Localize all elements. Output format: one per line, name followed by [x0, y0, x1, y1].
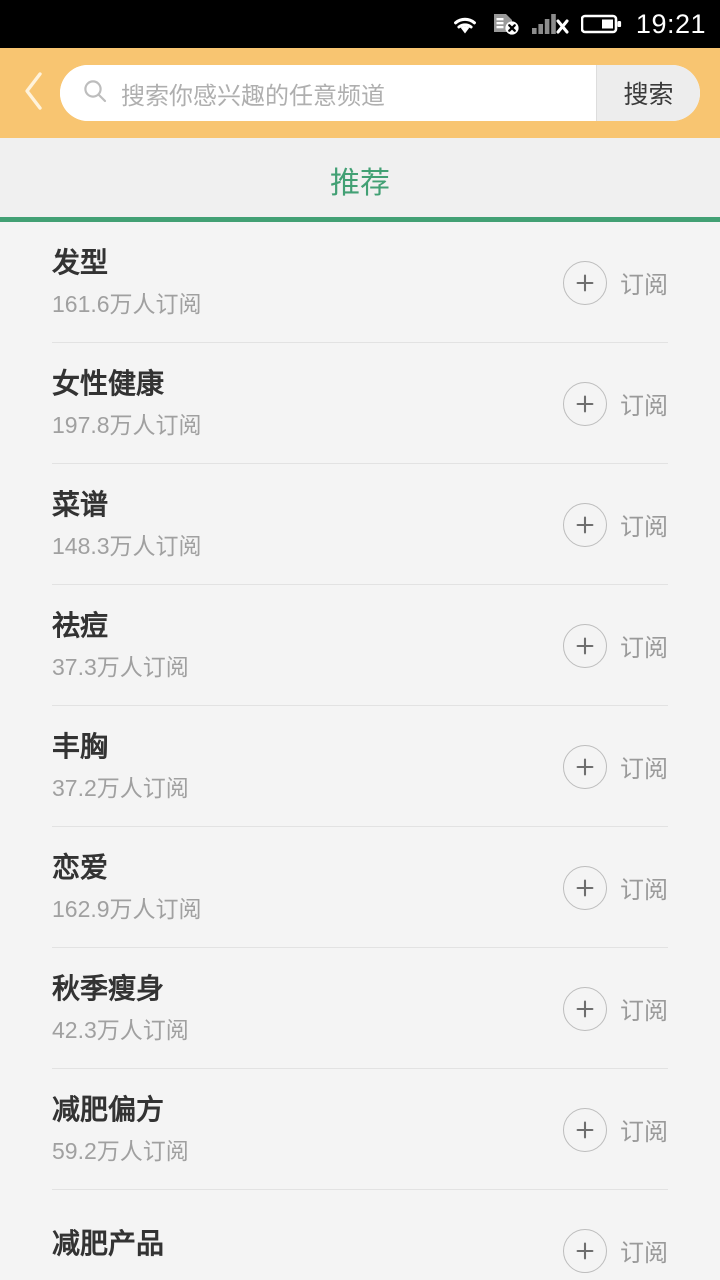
channel-title: 菜谱 — [52, 489, 109, 521]
subscribe-label: 订阅 — [620, 393, 668, 420]
channel-subscriber-count: 37.2万人订阅 — [52, 775, 189, 802]
channel-subscriber-count: 162.9万人订阅 — [52, 896, 202, 923]
plus-icon — [563, 1228, 607, 1273]
plus-icon — [563, 502, 607, 547]
search-input[interactable]: 搜索你感兴趣的任意频道 — [60, 65, 596, 121]
plus-icon — [563, 865, 607, 910]
sim-card-disabled-icon — [491, 11, 521, 37]
channel-info: 菜谱 148.3万人订阅 — [52, 489, 563, 560]
status-bar: 19:21 — [0, 0, 720, 48]
subscribe-button[interactable]: 订阅 — [563, 381, 668, 426]
back-button[interactable] — [8, 63, 60, 123]
channel-info: 恋爱 162.9万人订阅 — [52, 852, 563, 923]
plus-icon — [563, 986, 607, 1031]
channel-info: 祛痘 37.3万人订阅 — [52, 610, 563, 681]
subscribe-label: 订阅 — [620, 877, 668, 904]
channel-row[interactable]: 菜谱 148.3万人订阅 订阅 — [0, 464, 720, 585]
channel-list: 发型 161.6万人订阅 订阅 女性健康 197.8万人订阅 订阅 菜谱 148.3万人订阅订… — [0, 222, 720, 1280]
channel-title: 秋季瘦身 — [52, 973, 165, 1005]
channel-info: 女性健康 197.8万人订阅 — [52, 368, 563, 439]
search-icon — [82, 78, 108, 109]
subscribe-label: 订阅 — [620, 998, 668, 1025]
channel-subscriber-count: 161.6万人订阅 — [52, 291, 202, 318]
subscribe-button[interactable]: 订阅 — [563, 986, 668, 1031]
search-placeholder: 搜索你感兴趣的任意频道 — [121, 82, 385, 110]
channel-info: 发型 161.6万人订阅 — [52, 247, 563, 318]
channel-title: 女性健康 — [52, 368, 165, 400]
channel-subscriber-count: 148.3万人订阅 — [52, 533, 202, 560]
search-button[interactable]: 搜索 — [596, 65, 700, 121]
search-bar: 搜索你感兴趣的任意频道 搜索 — [60, 65, 700, 121]
subscribe-button[interactable]: 订阅 — [563, 744, 668, 789]
status-bar-clock: 19:21 — [635, 8, 706, 39]
channel-subscriber-count: 42.3万人订阅 — [52, 1017, 189, 1044]
subscribe-button[interactable]: 订阅 — [563, 260, 668, 305]
channel-row[interactable]: 丰胸 37.2万人订阅 订阅 — [0, 706, 720, 827]
subscribe-button[interactable]: 订阅 — [563, 502, 668, 547]
subscribe-label: 订阅 — [620, 514, 668, 541]
channel-title: 减肥偏方 — [52, 1094, 165, 1126]
channel-subscriber-count: 59.2万人订阅 — [52, 1138, 189, 1165]
tab-bar: 推荐 — [0, 138, 720, 222]
channel-title: 减肥产品 — [52, 1228, 165, 1260]
channel-title: 丰胸 — [52, 731, 109, 763]
channel-row[interactable]: 恋爱 162.9万人订阅 订阅 — [0, 827, 720, 948]
subscribe-label: 订阅 — [620, 1240, 668, 1267]
channel-info: 秋季瘦身 42.3万人订阅 — [52, 973, 563, 1044]
battery-icon — [580, 12, 623, 36]
plus-icon — [563, 381, 607, 426]
channel-info: 减肥产品 — [52, 1228, 563, 1272]
subscribe-button[interactable]: 订阅 — [563, 1228, 668, 1273]
channel-info: 丰胸 37.2万人订阅 — [52, 731, 563, 802]
subscribe-label: 订阅 — [620, 635, 668, 662]
subscribe-label: 订阅 — [620, 756, 668, 783]
subscribe-button[interactable]: 订阅 — [563, 1107, 668, 1152]
tab-recommended[interactable]: 推荐 — [330, 158, 390, 202]
chevron-left-icon — [22, 70, 46, 117]
subscribe-label: 订阅 — [620, 1119, 668, 1146]
subscribe-button[interactable]: 订阅 — [563, 865, 668, 910]
search-header: 搜索你感兴趣的任意频道 搜索 — [0, 48, 720, 138]
plus-icon — [563, 744, 607, 789]
channel-row[interactable]: 减肥偏方 59.2万人订阅 订阅 — [0, 1069, 720, 1190]
wifi-icon — [450, 12, 480, 36]
plus-icon — [563, 260, 607, 305]
subscribe-label: 订阅 — [620, 272, 668, 299]
channel-row[interactable]: 祛痘 37.3万人订阅 订阅 — [0, 585, 720, 706]
channel-title: 恋爱 — [52, 852, 109, 884]
subscribe-button[interactable]: 订阅 — [563, 623, 668, 668]
channel-subscriber-count: 37.3万人订阅 — [52, 654, 189, 681]
plus-icon — [563, 623, 607, 668]
channel-title: 祛痘 — [52, 610, 109, 642]
channel-row[interactable]: 减肥产品 订阅 — [0, 1190, 720, 1280]
plus-icon — [563, 1107, 607, 1152]
channel-row[interactable]: 秋季瘦身 42.3万人订阅 订阅 — [0, 948, 720, 1069]
channel-row[interactable]: 女性健康 197.8万人订阅 订阅 — [0, 343, 720, 464]
channel-subscriber-count: 197.8万人订阅 — [52, 412, 202, 439]
channel-title: 发型 — [52, 247, 109, 279]
channel-info: 减肥偏方 59.2万人订阅 — [52, 1094, 563, 1165]
signal-no-service-icon — [531, 11, 570, 37]
channel-row[interactable]: 发型 161.6万人订阅 订阅 — [0, 222, 720, 343]
